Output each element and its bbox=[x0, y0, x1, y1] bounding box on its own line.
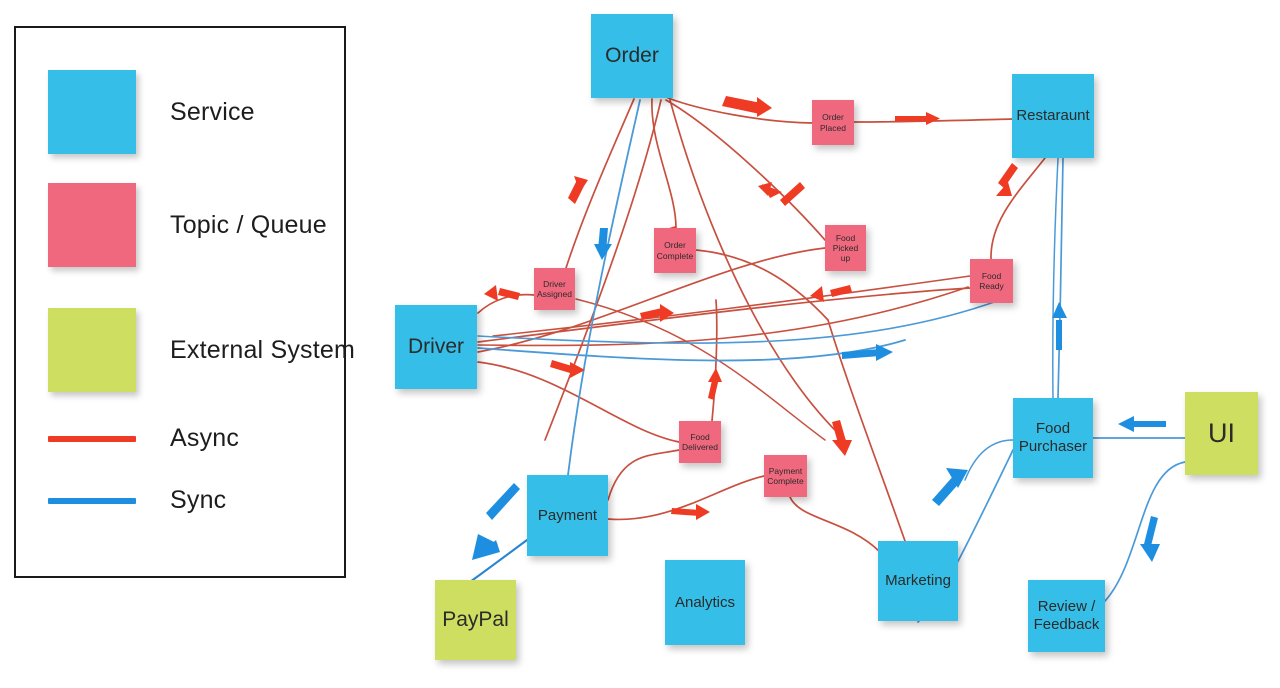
arrow-async-into-restaraunt-head bbox=[926, 112, 940, 125]
arrow-sync-ui-left bbox=[1130, 421, 1166, 427]
node-paypal-label: PayPal bbox=[442, 607, 509, 631]
topic-food-picked-up[interactable]: Food Picked up bbox=[825, 225, 866, 271]
node-driver[interactable]: Driver bbox=[395, 305, 477, 389]
legend-panel: Service Topic / Queue External System As… bbox=[14, 26, 355, 578]
node-payment-label: Payment bbox=[537, 506, 598, 524]
topic-driver-assigned[interactable]: Driver Assigned bbox=[534, 268, 575, 310]
topic-food-delivered-label: Food Delivered bbox=[682, 431, 718, 452]
arrow-async-order-placed-head bbox=[757, 97, 772, 117]
legend-swatch-external-system bbox=[48, 308, 136, 392]
topic-driver-assigned-label: Driver Assigned bbox=[537, 278, 572, 299]
edge-food-picked-up-to-order bbox=[665, 99, 826, 241]
node-restaraunt-label: Restaraunt bbox=[1016, 107, 1090, 125]
topic-food-delivered[interactable]: Food Delivered bbox=[679, 421, 721, 463]
arrow-async-to-driver-head bbox=[484, 285, 498, 301]
node-payment[interactable]: Payment bbox=[527, 475, 608, 556]
node-food-purchaser[interactable]: Food Purchaser bbox=[1013, 398, 1093, 478]
topic-food-ready-label: Food Ready bbox=[979, 270, 1004, 291]
topic-food-picked-up-label: Food Picked up bbox=[832, 232, 859, 263]
arrow-sync-paypal bbox=[486, 483, 520, 520]
legend-line-async bbox=[48, 435, 136, 442]
topic-order-complete-label: Order Complete bbox=[656, 240, 694, 261]
legend-label-topic-queue: Topic / Queue bbox=[170, 210, 327, 239]
node-restaraunt[interactable]: Restaraunt bbox=[1012, 74, 1094, 158]
edge-order-to-order-complete bbox=[651, 98, 677, 229]
legend-label-async: Async bbox=[170, 424, 240, 452]
arrow-async-to-driver-mid-head bbox=[810, 286, 824, 302]
arrow-sync-ui-review-head bbox=[1140, 544, 1160, 562]
node-analytics-label: Analytics bbox=[674, 593, 736, 611]
topic-order-placed-label: Order Placed bbox=[820, 112, 846, 133]
topic-order-placed[interactable]: Order Placed bbox=[812, 100, 854, 145]
arrow-sync-driver-marketing bbox=[842, 349, 880, 359]
legend-item-sync: Sync bbox=[48, 486, 226, 515]
node-analytics[interactable]: Analytics bbox=[665, 560, 745, 645]
edge-driver-to-food-picked-up bbox=[477, 247, 826, 353]
legend-label-service: Service bbox=[170, 97, 255, 126]
legend-item-service: Service bbox=[48, 70, 255, 154]
legend-swatch-topic-queue bbox=[48, 183, 136, 267]
edge-food-purchaser-to-restaraunt bbox=[1057, 157, 1064, 399]
arrow-async-driver-down bbox=[550, 360, 572, 373]
node-driver-label: Driver bbox=[408, 334, 464, 358]
topic-order-complete[interactable]: Order Complete bbox=[654, 228, 696, 273]
node-review-feedback[interactable]: Review / Feedback bbox=[1028, 580, 1105, 652]
node-marketing-label: Marketing bbox=[885, 572, 951, 590]
edge-order-long-right-1 bbox=[669, 99, 846, 441]
edge-ui-to-review-feedback bbox=[1104, 461, 1186, 602]
arrow-sync-driver-marketing-head bbox=[876, 344, 893, 361]
node-food-purchaser-label: Food Purchaser bbox=[1018, 420, 1088, 455]
arrow-async-to-driver-mid bbox=[830, 285, 852, 297]
diagram-canvas: Service Topic / Queue External System As… bbox=[0, 0, 1280, 688]
arrow-sync-purchaser-up bbox=[1056, 320, 1062, 350]
legend-item-external-system: External System bbox=[48, 308, 355, 392]
legend-label-external-system: External System bbox=[170, 335, 356, 364]
edge-async-sweep-c bbox=[575, 298, 826, 441]
legend-item-topic-queue: Topic / Queue bbox=[48, 183, 327, 267]
node-order-label: Order bbox=[605, 43, 659, 67]
node-ui-label: UI bbox=[1208, 417, 1235, 448]
arrow-async-payment-head bbox=[696, 504, 710, 520]
arrow-async-payment-right bbox=[671, 508, 700, 516]
edge-driver-assigned-to-driver bbox=[477, 293, 535, 314]
node-review-feedback-label: Review / Feedback bbox=[1033, 598, 1100, 633]
node-ui[interactable]: UI bbox=[1185, 392, 1258, 475]
topic-payment-complete-label: Payment Complete bbox=[767, 465, 804, 486]
arrow-async-driver-right-head bbox=[660, 304, 674, 322]
arrow-sync-purchaser-up-head bbox=[1052, 302, 1067, 318]
topic-food-ready[interactable]: Food Ready bbox=[970, 259, 1013, 303]
arrow-sync-order-down-head bbox=[594, 244, 612, 260]
legend-line-sync bbox=[48, 497, 136, 504]
edge-food-purchaser-left-tail bbox=[964, 439, 1014, 481]
edge-food-delivered-to-payment bbox=[607, 449, 680, 501]
edge-order-to-payment-sync bbox=[567, 99, 641, 476]
legend-label-sync: Sync bbox=[170, 486, 227, 514]
edge-payment-complete-to-marketing bbox=[789, 496, 881, 553]
arrow-async-marketing-head bbox=[832, 440, 852, 456]
arrow-sync-ui-left-head bbox=[1118, 416, 1134, 432]
edge-food-purchaser-to-restaraunt-2 bbox=[1052, 157, 1059, 399]
node-paypal[interactable]: PayPal bbox=[435, 580, 516, 660]
node-order[interactable]: Order bbox=[591, 14, 673, 98]
edge-restaraunt-to-food-ready bbox=[990, 157, 1046, 260]
legend-swatch-service bbox=[48, 70, 136, 154]
topic-payment-complete[interactable]: Payment Complete bbox=[764, 455, 807, 497]
arrow-async-food-delivered-head bbox=[708, 368, 722, 382]
node-marketing[interactable]: Marketing bbox=[878, 541, 958, 621]
arrow-async-food-picked-up-up bbox=[780, 182, 805, 206]
legend-item-async: Async bbox=[48, 424, 239, 453]
arrow-async-into-restaraunt bbox=[895, 116, 930, 121]
